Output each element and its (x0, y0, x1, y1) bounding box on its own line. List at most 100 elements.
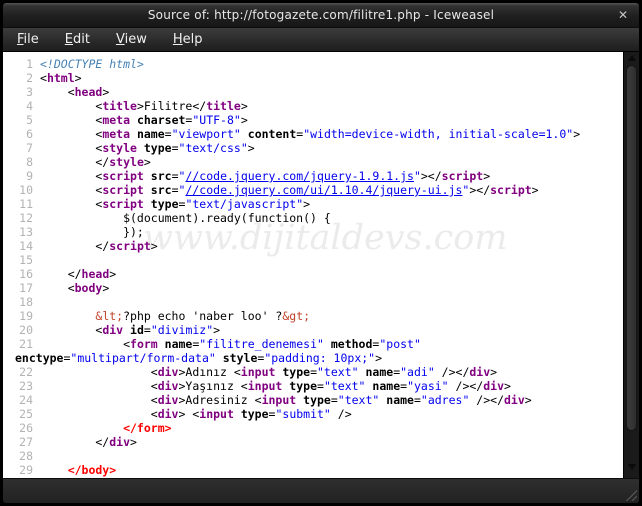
code-line: 3 <head> (7, 85, 623, 99)
code-segment: > (213, 323, 220, 337)
menu-help[interactable]: Help (163, 30, 213, 49)
line-number: 24 (7, 393, 33, 407)
code-segment: <!DOCTYPE html> (40, 57, 144, 71)
code-segment: input (248, 379, 283, 393)
code-segment: > (525, 393, 532, 407)
code-segment: input (262, 393, 297, 407)
code-segment: "text/css" (179, 141, 248, 155)
code-line: 4 <title>Filitre</title> (7, 99, 623, 113)
code-line: 8 </style> (7, 155, 623, 169)
code-segment: div (158, 379, 179, 393)
title-bar[interactable]: Source of: http://fotogazete.com/filitre… (3, 3, 639, 27)
code-segment: < (40, 281, 75, 295)
code-segment: name (165, 337, 193, 351)
line-number: 12 (7, 211, 33, 225)
source-link[interactable]: //code.jquery.com/jquery-1.9.1.js (185, 169, 413, 183)
code-segment: "text" (338, 393, 380, 407)
code-segment: < (40, 393, 158, 407)
line-number: 19 (7, 309, 33, 323)
code-segment: > (130, 435, 137, 449)
code-segment: > (144, 155, 151, 169)
code-line: 19 &lt;?php echo 'naber loo' ?&gt; (7, 309, 623, 323)
code-segment: script (490, 183, 532, 197)
line-number: 20 (7, 323, 33, 337)
resize-grip[interactable] (622, 486, 637, 501)
code-segment: > (573, 127, 580, 141)
code-segment: >Filitre</ (137, 99, 206, 113)
code-segment: style (109, 155, 144, 169)
code-segment: head (75, 85, 103, 99)
code-line: 18 (7, 295, 623, 309)
code-line: 29 </body> (7, 463, 623, 477)
code-segment: </body> (40, 463, 116, 477)
code-segment: div (102, 323, 123, 337)
code-segment (144, 197, 151, 211)
code-segment: = (172, 183, 179, 197)
code-segment: input (199, 407, 234, 421)
line-number: 25 (7, 407, 33, 421)
code-segment: type (144, 141, 172, 155)
scroll-up-arrow-icon[interactable] (628, 55, 636, 61)
code-segment: name (372, 379, 400, 393)
code-segment (144, 169, 151, 183)
code-segment (234, 407, 241, 421)
vertical-scrollbar[interactable] (623, 52, 639, 478)
code-line: 27 </div> (7, 435, 623, 449)
line-number: 3 (7, 85, 33, 99)
menu-view[interactable]: View (106, 30, 157, 49)
menu-edit[interactable]: Edit (55, 30, 100, 49)
code-segment: = (172, 141, 179, 155)
code-segment: < (40, 85, 75, 99)
code-segment: "text" (317, 365, 359, 379)
code-segment: >Adınız < (178, 365, 240, 379)
source-link[interactable]: //code.jquery.com/ui/1.10.4/jquery-ui.js (185, 183, 462, 197)
code-line: 24 <div>Adresiniz <input type="text" nam… (7, 393, 623, 407)
code-segment: > (102, 281, 109, 295)
code-segment (324, 337, 331, 351)
code-segment: type (151, 197, 179, 211)
code-segment: > < (178, 407, 199, 421)
line-number: 17 (7, 281, 33, 295)
code-line: 26 </form> (7, 421, 623, 435)
code-segment: type (289, 379, 317, 393)
code-line: 9 <script src="//code.jquery.com/jquery-… (7, 169, 623, 183)
code-line: 28 (7, 449, 623, 463)
code-segment: "UTF-8" (192, 113, 240, 127)
code-segment: body (75, 281, 103, 295)
code-segment: ></ (469, 183, 490, 197)
scroll-down-arrow-icon[interactable] (628, 464, 636, 470)
menu-file[interactable]: File (7, 30, 49, 49)
code-segment: </ (40, 239, 109, 253)
code-segment: title (206, 99, 241, 113)
line-number: 1 (7, 57, 33, 71)
code-segment (130, 127, 137, 141)
code-segment: script (102, 169, 144, 183)
code-line: 11 <script type="text/javascript"> (7, 197, 623, 211)
code-segment: </ (40, 155, 109, 169)
code-segment: < (40, 113, 102, 127)
code-line: 23 <div>Yaşınız <input type="text" name=… (7, 379, 623, 393)
code-segment: /></ (449, 379, 484, 393)
code-line: 10 <script src="//code.jquery.com/ui/1.1… (7, 183, 623, 197)
code-segment: div (158, 407, 179, 421)
source-viewer-window: Source of: http://fotogazete.com/filitre… (0, 0, 642, 506)
line-number: 16 (7, 267, 33, 281)
code-segment: content (248, 127, 296, 141)
code-segment: > (532, 183, 539, 197)
code-segment: script (102, 183, 144, 197)
line-number: 8 (7, 155, 33, 169)
code-line: 15 (7, 253, 623, 267)
line-number: 23 (7, 379, 33, 393)
line-number: 13 (7, 225, 33, 239)
code-segment: < (40, 71, 47, 85)
source-code-view: 1<!DOCTYPE html>2<html>3 <head>4 <title>… (3, 52, 623, 478)
code-line: 2<html> (7, 71, 623, 85)
close-icon[interactable]: ✕ (618, 9, 628, 21)
scrollbar-thumb[interactable] (626, 65, 637, 431)
code-segment: = (310, 365, 317, 379)
code-segment: = (144, 323, 151, 337)
code-segment: "text" (324, 379, 366, 393)
code-segment: head (82, 267, 110, 281)
window-title: Source of: http://fotogazete.com/filitre… (148, 8, 494, 22)
code-segment: name (137, 127, 165, 141)
